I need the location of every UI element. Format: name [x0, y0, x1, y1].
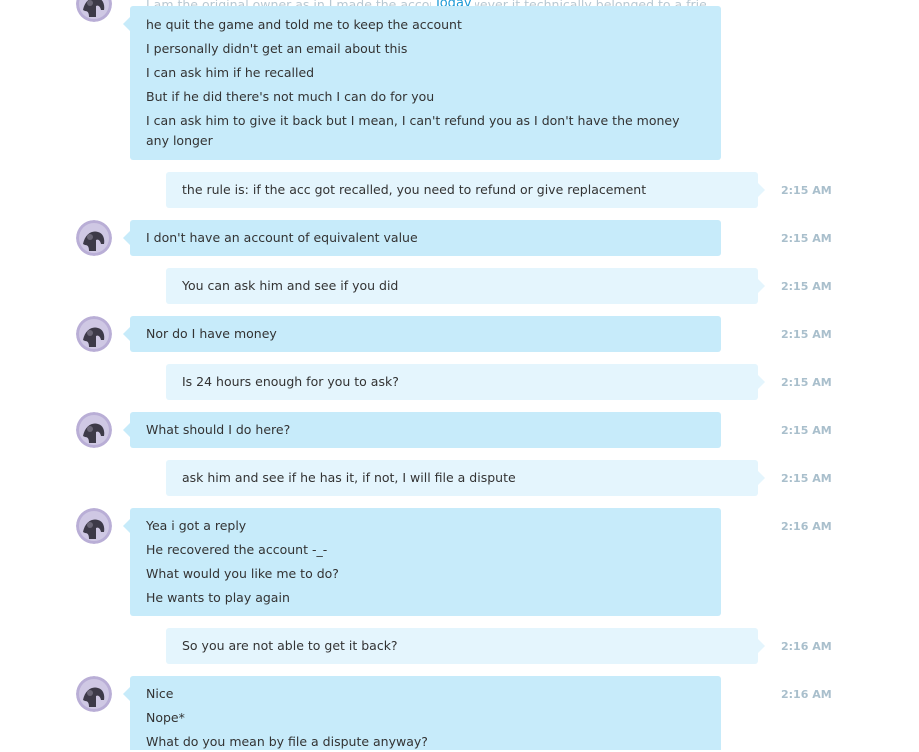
incoming-message[interactable]: Nice Nope* What do you mean by file a di…	[123, 676, 721, 750]
incoming-message[interactable]: he quit the game and told me to keep the…	[123, 6, 721, 160]
message-timestamp: 2:16 AM	[781, 640, 832, 653]
message-text: ask him and see if he has it, if not, I …	[182, 470, 516, 485]
message-text: I can ask him if he recalled	[146, 65, 315, 80]
message-timestamp: 2:15 AM	[781, 184, 832, 197]
outgoing-message[interactable]: the rule is: if the acc got recalled, yo…	[166, 172, 765, 208]
contact-avatar[interactable]	[76, 220, 112, 256]
message-timestamp: 2:15 AM	[781, 232, 832, 245]
message-text: Nor do I have money	[146, 326, 277, 341]
outgoing-message[interactable]: So you are not able to get it back?	[166, 628, 765, 664]
message-text: What do you mean by file a dispute anywa…	[146, 734, 428, 749]
message-text: Is 24 hours enough for you to ask?	[182, 374, 399, 389]
contact-avatar[interactable]	[76, 676, 112, 712]
incoming-message[interactable]: I don't have an account of equivalent va…	[123, 220, 721, 256]
contact-avatar[interactable]	[76, 412, 112, 448]
message-timestamp: 2:15 AM	[781, 424, 832, 437]
message-text: Yea i got a reply	[146, 518, 247, 533]
outgoing-message[interactable]: You can ask him and see if you did	[166, 268, 765, 304]
chat-transcript[interactable]: I am the original owner as in I made the…	[0, 0, 919, 750]
message-timestamp: 2:15 AM	[781, 472, 832, 485]
message-text: Nope*	[146, 710, 185, 725]
message-text: What should I do here?	[146, 422, 291, 437]
outgoing-message[interactable]: Is 24 hours enough for you to ask?	[166, 364, 765, 400]
message-timestamp: 2:15 AM	[781, 280, 832, 293]
message-text: So you are not able to get it back?	[182, 638, 398, 653]
message-text: I can ask him to give it back but I mean…	[146, 113, 680, 148]
message-timestamp: 2:16 AM	[781, 688, 832, 701]
message-text: the rule is: if the acc got recalled, yo…	[182, 182, 647, 197]
message-text: Nice	[146, 686, 174, 701]
message-text: What would you like me to do?	[146, 566, 339, 581]
contact-avatar[interactable]	[76, 0, 112, 22]
message-text: I don't have an account of equivalent va…	[146, 230, 418, 245]
message-text: You can ask him and see if you did	[182, 278, 399, 293]
incoming-message[interactable]: Nor do I have money	[123, 316, 721, 352]
message-timestamp: 2:15 AM	[781, 328, 832, 341]
contact-avatar[interactable]	[76, 508, 112, 544]
message-text: But if he did there's not much I can do …	[146, 89, 435, 104]
outgoing-message[interactable]: ask him and see if he has it, if not, I …	[166, 460, 765, 496]
incoming-message[interactable]: What should I do here?	[123, 412, 721, 448]
message-timestamp: 2:15 AM	[781, 376, 832, 389]
incoming-message[interactable]: Yea i got a reply He recovered the accou…	[123, 508, 721, 616]
message-timestamp: 2:16 AM	[781, 520, 832, 533]
message-text: He wants to play again	[146, 590, 290, 605]
message-text: I personally didn't get an email about t…	[146, 41, 408, 56]
message-text: he quit the game and told me to keep the…	[146, 17, 462, 32]
contact-avatar[interactable]	[76, 316, 112, 352]
message-text: He recovered the account -_-	[146, 542, 328, 557]
